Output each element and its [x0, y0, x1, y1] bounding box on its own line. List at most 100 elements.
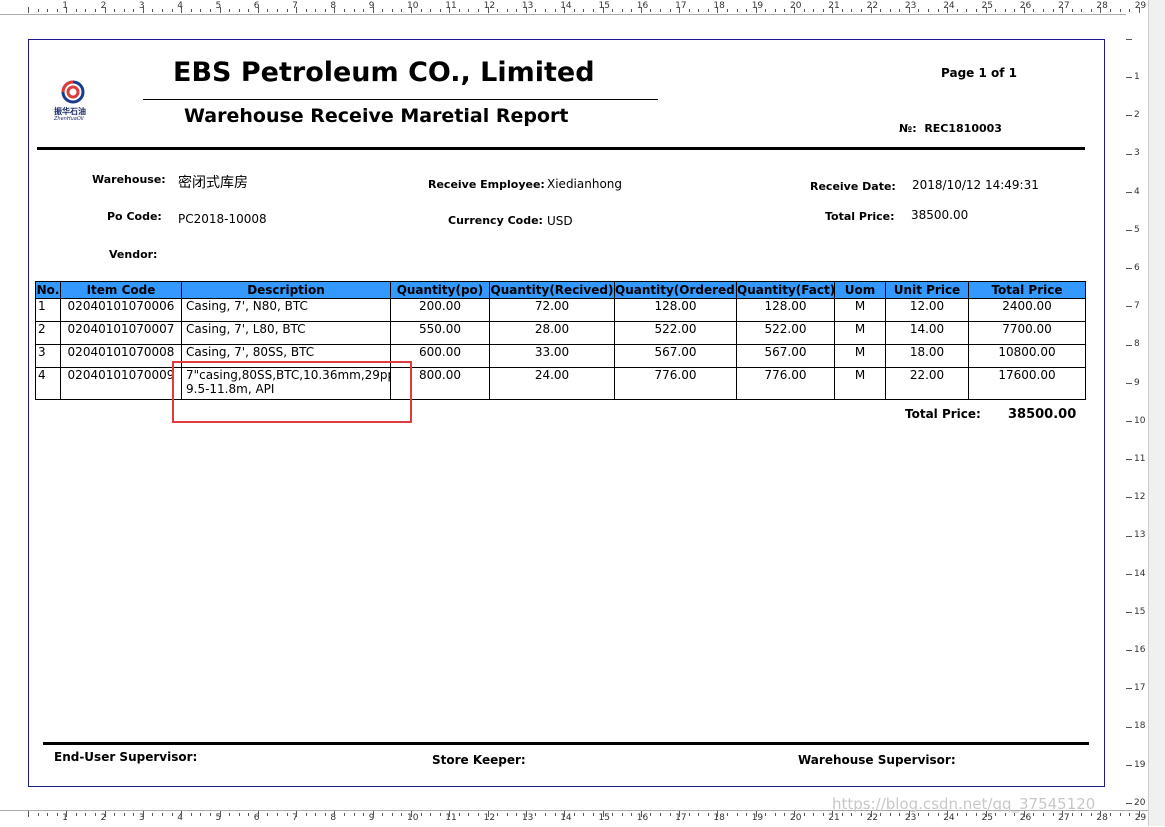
ruler-minor-tick [726, 813, 728, 816]
ruler-minor-tick [707, 813, 709, 816]
ruler-minor-tick [956, 813, 958, 816]
ruler-minor-tick [880, 813, 882, 816]
ruler-minor-tick [841, 813, 843, 816]
column-header: Description [181, 281, 391, 299]
ruler-tick [1126, 535, 1132, 537]
table-cell: 200.00 [390, 298, 490, 322]
ruler-minor-tick [956, 9, 958, 12]
ruler-minor-tick [1081, 9, 1083, 12]
ruler-label: 27 [1058, 1, 1070, 11]
ruler-minor-tick [439, 813, 441, 816]
table-cell: 128.00 [614, 298, 737, 322]
table-cell: 14.00 [885, 321, 969, 345]
ruler-minor-tick [813, 9, 815, 12]
top-ruler: 1 2 3 4 5 6 7 8 9 10 11 12 13 14 15 16 17 18 19 20 21 22 23 24 2… [0, 0, 1165, 15]
ruler-minor-tick [621, 9, 623, 12]
ruler-minor-tick [75, 9, 77, 12]
ruler-tick [142, 811, 144, 817]
table-cell: M [834, 298, 886, 322]
table-cell: 10800.00 [968, 344, 1086, 368]
ruler-tick [28, 7, 29, 13]
ruler-minor-tick [726, 9, 728, 12]
ruler-tick [1138, 811, 1140, 817]
ruler-tick [334, 811, 336, 817]
ruler-tick [449, 7, 451, 13]
ruler-minor-tick [458, 9, 460, 12]
ruler-minor-tick [746, 9, 748, 12]
ruler-minor-tick [401, 9, 403, 12]
ruler-minor-tick [966, 9, 968, 12]
ruler-minor-tick [56, 813, 58, 816]
ruler-label: 20 [790, 1, 802, 11]
table-cell: 3 [35, 344, 61, 368]
ruler-minor-tick [650, 9, 652, 12]
ruler-minor-tick [133, 9, 135, 12]
grand-total-label: Total Price: [905, 407, 981, 421]
ruler-minor-tick [535, 9, 537, 12]
ruler-minor-tick [1109, 813, 1111, 816]
ruler-minor-tick [478, 813, 480, 816]
ruler-minor-tick [324, 9, 326, 12]
ruler-minor-tick [1004, 813, 1006, 816]
table-cell: 567.00 [614, 344, 737, 368]
ruler-minor-tick [516, 9, 518, 12]
column-header: No. [35, 281, 61, 299]
ruler-label: 7 [1134, 301, 1140, 312]
ruler-label: 5 [1134, 224, 1140, 235]
vertical-scrollbar[interactable] [1148, 0, 1165, 826]
ruler-minor-tick [698, 813, 700, 816]
ruler-minor-tick [995, 813, 997, 816]
ruler-tick [755, 7, 757, 13]
table-cell: 7700.00 [968, 321, 1086, 345]
ruler-minor-tick [1090, 9, 1092, 12]
ruler-minor-tick [75, 813, 77, 816]
ruler-label: 6 [1134, 263, 1140, 273]
ruler-minor-tick [995, 9, 997, 12]
logo-subtext: ZhenHuaOil [54, 116, 84, 122]
ruler-minor-tick [688, 9, 690, 12]
ruler-minor-tick [631, 9, 633, 12]
ruler-minor-tick [698, 9, 700, 12]
ruler-label: 25 [981, 813, 993, 823]
ruler-minor-tick [516, 813, 518, 816]
ruler-minor-tick [918, 9, 920, 12]
ruler-tick [1100, 811, 1102, 817]
ruler-minor-tick [545, 9, 547, 12]
ruler-tick [219, 811, 221, 817]
ruler-label: 12 [483, 1, 496, 11]
title-divider [143, 99, 658, 100]
ruler-minor-tick [229, 9, 231, 12]
ruler-minor-tick [324, 813, 326, 816]
ruler-tick [1126, 191, 1132, 193]
ruler-minor-tick [315, 813, 317, 816]
ruler-label: 22 [866, 1, 879, 11]
ruler-tick [525, 7, 527, 13]
table-cell: 2 [35, 321, 61, 345]
ruler-minor-tick [1071, 813, 1073, 816]
ruler-tick [602, 7, 604, 13]
ruler-tick [717, 811, 719, 817]
ruler-tick [1126, 650, 1132, 652]
ruler-minor-tick [430, 9, 432, 12]
ruler-minor-tick [37, 813, 39, 816]
ruler-tick [219, 7, 221, 13]
ruler-minor-tick [880, 9, 882, 12]
ruler-minor-tick [889, 9, 891, 12]
ruler-minor-tick [592, 9, 594, 12]
ruler-label: 26 [1019, 1, 1032, 11]
ruler-minor-tick [899, 813, 901, 816]
report-number: №: REC1810003 [899, 122, 1002, 135]
ruler-minor-tick [650, 813, 652, 816]
ruler-tick [908, 7, 910, 13]
ruler-minor-tick [391, 813, 393, 816]
ruler-label: 4 [1134, 186, 1140, 197]
ruler-minor-tick [229, 813, 231, 816]
ruler-label: 1 [1134, 72, 1140, 82]
ruler-minor-tick [659, 9, 661, 12]
ruler-label: 22 [866, 813, 879, 823]
ruler-tick [1126, 726, 1132, 728]
ruler-tick [28, 811, 29, 817]
table-row: 2 02040101070007 Casing, 7', L80, BTC 55… [35, 321, 1086, 345]
ruler-minor-tick [209, 9, 211, 12]
ruler-minor-tick [861, 813, 863, 816]
